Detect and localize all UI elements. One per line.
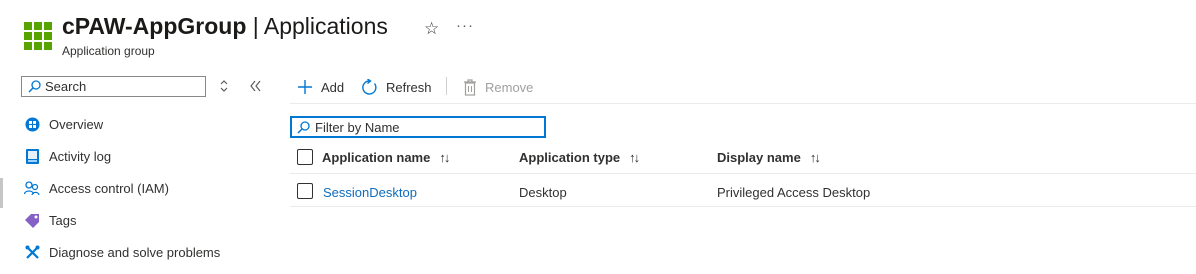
row-checkbox[interactable] (297, 183, 313, 199)
toolbar-divider (446, 77, 447, 95)
filter-input[interactable] (315, 119, 535, 135)
more-options-icon[interactable]: ··· (456, 17, 474, 34)
nav-item-label: Access control (IAM) (49, 180, 169, 196)
column-header-label: Display name (717, 149, 801, 165)
favorite-star-icon[interactable]: ☆ (424, 19, 439, 39)
scroll-edge-indicator (0, 178, 3, 208)
page-title: cPAW-AppGroup | Applications (62, 13, 388, 40)
tag-icon (24, 212, 40, 228)
refresh-icon (362, 78, 377, 95)
activity-log-icon (24, 148, 40, 164)
app-grid-icon (24, 22, 52, 50)
application-name-link[interactable]: SessionDesktop (323, 185, 417, 200)
search-icon (297, 120, 310, 134)
refresh-button[interactable]: Refresh (361, 76, 432, 98)
refresh-label: Refresh (386, 79, 432, 95)
nav-item-label: Overview (49, 116, 104, 132)
filter-box[interactable] (290, 116, 546, 138)
table-row-type: Desktop (519, 184, 567, 200)
column-header-label: Application name (322, 149, 431, 165)
table-row-name[interactable]: SessionDesktop (323, 183, 417, 201)
collapse-menu-icon[interactable] (248, 79, 262, 93)
nav-item-label: Activity log (49, 148, 112, 164)
sort-icon[interactable]: ↑↓ (439, 150, 450, 165)
nav-item-activity-log[interactable]: Activity log (24, 145, 111, 167)
remove-label: Remove (485, 79, 534, 95)
nav-search-box[interactable] (21, 76, 206, 97)
page-subtitle: Application group (62, 44, 155, 58)
plus-icon (298, 80, 312, 94)
nav-item-overview[interactable]: Overview (24, 113, 103, 135)
add-button[interactable]: Add (297, 76, 344, 98)
remove-button[interactable]: Remove (463, 76, 533, 98)
search-icon (28, 80, 41, 93)
table-row-display-name: Privileged Access Desktop (717, 184, 871, 200)
sort-icon[interactable]: ↑↓ (810, 150, 821, 165)
nav-item-label: Tags (49, 212, 77, 228)
row-divider (290, 206, 1196, 207)
select-all-checkbox[interactable] (297, 149, 313, 165)
page-title-resource: cPAW-AppGroup (62, 13, 247, 39)
nav-item-label: Diagnose and solve problems (49, 244, 221, 260)
column-header-application-name[interactable]: Application name ↑↓ (322, 148, 450, 166)
people-icon (24, 180, 40, 196)
column-header-application-type[interactable]: Application type ↑↓ (519, 148, 640, 166)
nav-item-tags[interactable]: Tags (24, 209, 76, 231)
overview-icon (24, 116, 40, 132)
column-header-label: Application type (519, 149, 621, 165)
column-header-display-name[interactable]: Display name ↑↓ (717, 148, 821, 166)
toolbar-divider-line (290, 103, 1196, 104)
trash-icon (464, 78, 476, 96)
add-label: Add (321, 79, 345, 95)
expand-collapse-icon[interactable] (218, 78, 230, 94)
sort-icon[interactable]: ↑↓ (629, 150, 640, 165)
page-title-section: | Applications (246, 13, 388, 39)
nav-search-input[interactable] (45, 79, 195, 94)
nav-item-diagnose[interactable]: Diagnose and solve problems (24, 241, 220, 263)
wrench-icon (24, 244, 40, 260)
nav-item-access-control[interactable]: Access control (IAM) (24, 177, 169, 199)
header-divider (290, 173, 1196, 174)
